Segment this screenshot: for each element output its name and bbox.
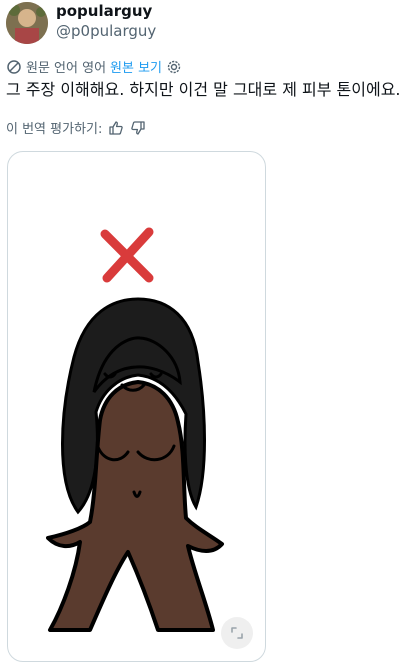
rate-translation-label: 이 번역 평가하기: (6, 122, 103, 137)
skin-tone-drawing (46, 227, 224, 632)
user-handle[interactable]: @p0pularguy (56, 22, 156, 40)
tweet-text: 그 주장 이해해요. 하지만 이건 말 그대로 제 피부 톤이에요. (6, 80, 401, 99)
translation-info: 원문 언어 영어 원본 보기 (6, 57, 182, 76)
thumbs-up-icon[interactable] (108, 120, 124, 136)
fullscreen-icon[interactable] (221, 617, 253, 649)
avatar-image (6, 2, 48, 44)
avatar[interactable] (6, 2, 48, 44)
translate-icon (6, 59, 22, 75)
tweet-media[interactable] (7, 151, 266, 662)
view-original-link[interactable]: 원본 보기 (110, 57, 162, 76)
translation-source-label: 원문 언어 영어 (26, 61, 107, 76)
rate-translation: 이 번역 평가하기: (6, 118, 146, 137)
red-cross-mark (100, 227, 154, 283)
display-name[interactable]: popularguy (56, 2, 152, 20)
thumbs-down-icon[interactable] (130, 120, 146, 136)
gear-icon[interactable] (166, 59, 182, 75)
